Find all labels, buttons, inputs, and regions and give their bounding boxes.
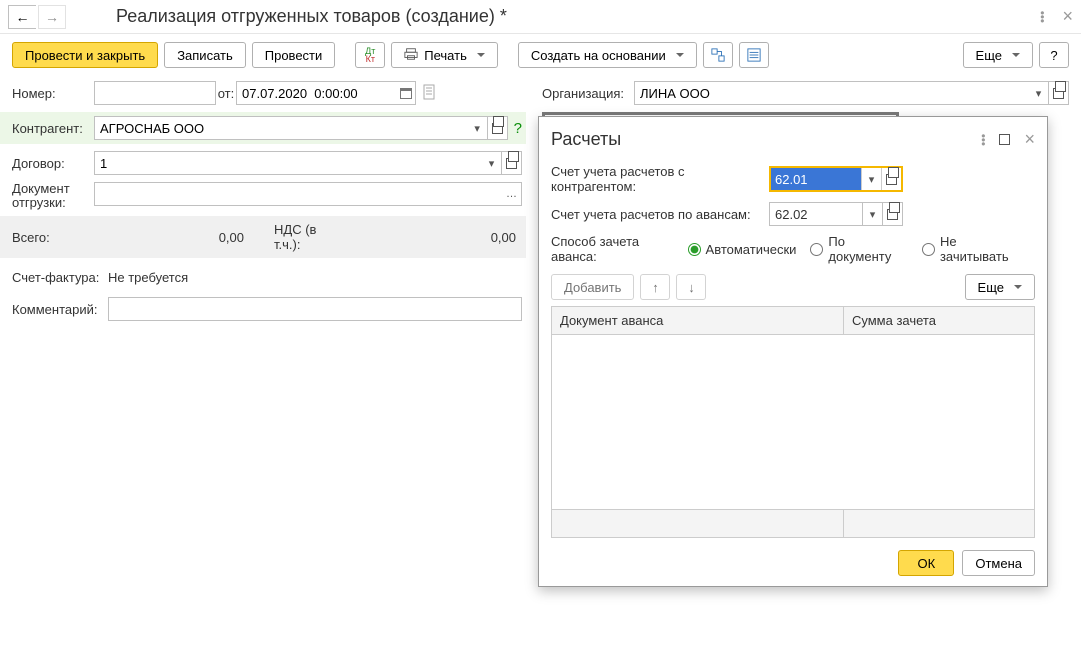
- org-dropdown[interactable]: ▾: [1029, 81, 1049, 105]
- from-label: от:: [216, 86, 236, 101]
- radio-bydoc[interactable]: По документу: [810, 234, 908, 264]
- adv-value: 62.02: [770, 203, 862, 225]
- radio-none[interactable]: Не зачитывать: [922, 234, 1025, 264]
- popup-more-button[interactable]: Еще: [965, 274, 1035, 300]
- shipdoc-ellipsis[interactable]: …: [502, 182, 522, 206]
- cancel-button[interactable]: Отмена: [962, 550, 1035, 576]
- counterparty-input[interactable]: [94, 116, 468, 140]
- adv-input[interactable]: 62.02 ▾: [769, 202, 903, 226]
- back-button[interactable]: ←: [8, 5, 36, 29]
- popup-close-button[interactable]: ×: [1024, 129, 1035, 150]
- shipdoc-label: Документ отгрузки:: [12, 182, 94, 210]
- comment-label: Комментарий:: [12, 302, 108, 317]
- popup-maximize-icon[interactable]: [999, 134, 1010, 145]
- total-label: Всего:: [12, 230, 94, 245]
- contract-open[interactable]: [502, 151, 522, 175]
- grid-col-sum: Сумма зачета: [844, 307, 1034, 334]
- popup-kebab-icon[interactable]: •••: [981, 134, 985, 146]
- move-up-button[interactable]: ↑: [640, 274, 670, 300]
- acc-open[interactable]: [881, 168, 901, 190]
- grid-col-doc: Документ аванса: [552, 307, 844, 334]
- doc-icon[interactable]: [422, 84, 438, 103]
- adv-open[interactable]: [882, 203, 902, 225]
- post-button[interactable]: Провести: [252, 42, 336, 68]
- arrow-down-icon: ↓: [688, 280, 695, 295]
- move-down-button[interactable]: ↓: [676, 274, 706, 300]
- acc-value: 62.01: [771, 168, 861, 190]
- vat-value: 0,00: [344, 230, 520, 245]
- advance-grid[interactable]: Документ аванса Сумма зачета: [551, 306, 1035, 538]
- invoice-label: Счет-фактура:: [12, 270, 108, 285]
- dtkt-icon: ДтКт: [365, 47, 375, 63]
- acc-label: Счет учета расчетов с контрагентом:: [551, 164, 769, 194]
- adv-dropdown[interactable]: ▾: [862, 203, 882, 225]
- structure-button[interactable]: [703, 42, 733, 68]
- help-button[interactable]: ?: [1039, 42, 1069, 68]
- arrow-right-icon: →: [45, 9, 59, 25]
- org-label: Организация:: [542, 86, 634, 101]
- contract-input[interactable]: [94, 151, 482, 175]
- more-button[interactable]: Еще: [963, 42, 1033, 68]
- list-icon: [747, 48, 761, 62]
- ok-button[interactable]: ОК: [898, 550, 954, 576]
- counterparty-open[interactable]: [488, 116, 508, 140]
- arrow-up-icon: ↑: [652, 280, 659, 295]
- contract-dropdown[interactable]: ▾: [482, 151, 502, 175]
- acc-input[interactable]: 62.01 ▾: [769, 166, 903, 192]
- kebab-menu-icon[interactable]: •••: [1040, 11, 1044, 23]
- add-button[interactable]: Добавить: [551, 274, 634, 300]
- close-button[interactable]: ×: [1062, 6, 1073, 27]
- print-button[interactable]: Печать: [391, 42, 498, 68]
- shipdoc-input[interactable]: [94, 182, 502, 206]
- calendar-icon: [400, 88, 412, 99]
- number-label: Номер:: [12, 86, 94, 101]
- invoice-value: Не требуется: [108, 270, 188, 285]
- org-input[interactable]: [634, 81, 1029, 105]
- save-button[interactable]: Записать: [164, 42, 246, 68]
- post-and-close-button[interactable]: Провести и закрыть: [12, 42, 158, 68]
- org-open[interactable]: [1049, 81, 1069, 105]
- counterparty-dropdown[interactable]: ▾: [468, 116, 488, 140]
- acc-dropdown[interactable]: ▾: [861, 168, 881, 190]
- printer-icon: [404, 47, 418, 64]
- arrow-left-icon: ←: [16, 9, 30, 25]
- method-label: Способ зачета аванса:: [551, 234, 684, 264]
- adv-label: Счет учета расчетов по авансам:: [551, 207, 769, 222]
- grid-body[interactable]: [552, 335, 1034, 509]
- radio-auto[interactable]: Автоматически: [688, 242, 797, 257]
- vat-label: НДС (в т.ч.):: [244, 222, 344, 252]
- comment-input[interactable]: [108, 297, 522, 321]
- calendar-button[interactable]: [396, 81, 416, 105]
- list-button[interactable]: [739, 42, 769, 68]
- create-based-button[interactable]: Создать на основании: [518, 42, 697, 68]
- total-value: 0,00: [94, 230, 244, 245]
- page-title: Реализация отгруженных товаров (создание…: [116, 6, 507, 27]
- structure-icon: [711, 48, 725, 62]
- settlements-popup: Расчеты ••• × Счет учета расчетов с конт…: [538, 116, 1048, 587]
- popup-title: Расчеты: [551, 129, 621, 150]
- contract-label: Договор:: [12, 156, 94, 171]
- number-input[interactable]: [94, 81, 216, 105]
- date-input[interactable]: [236, 81, 396, 105]
- dtkt-button[interactable]: ДтКт: [355, 42, 385, 68]
- counterparty-label: Контрагент:: [12, 121, 94, 136]
- help-icon[interactable]: ?: [514, 120, 522, 137]
- forward-button[interactable]: →: [38, 5, 66, 29]
